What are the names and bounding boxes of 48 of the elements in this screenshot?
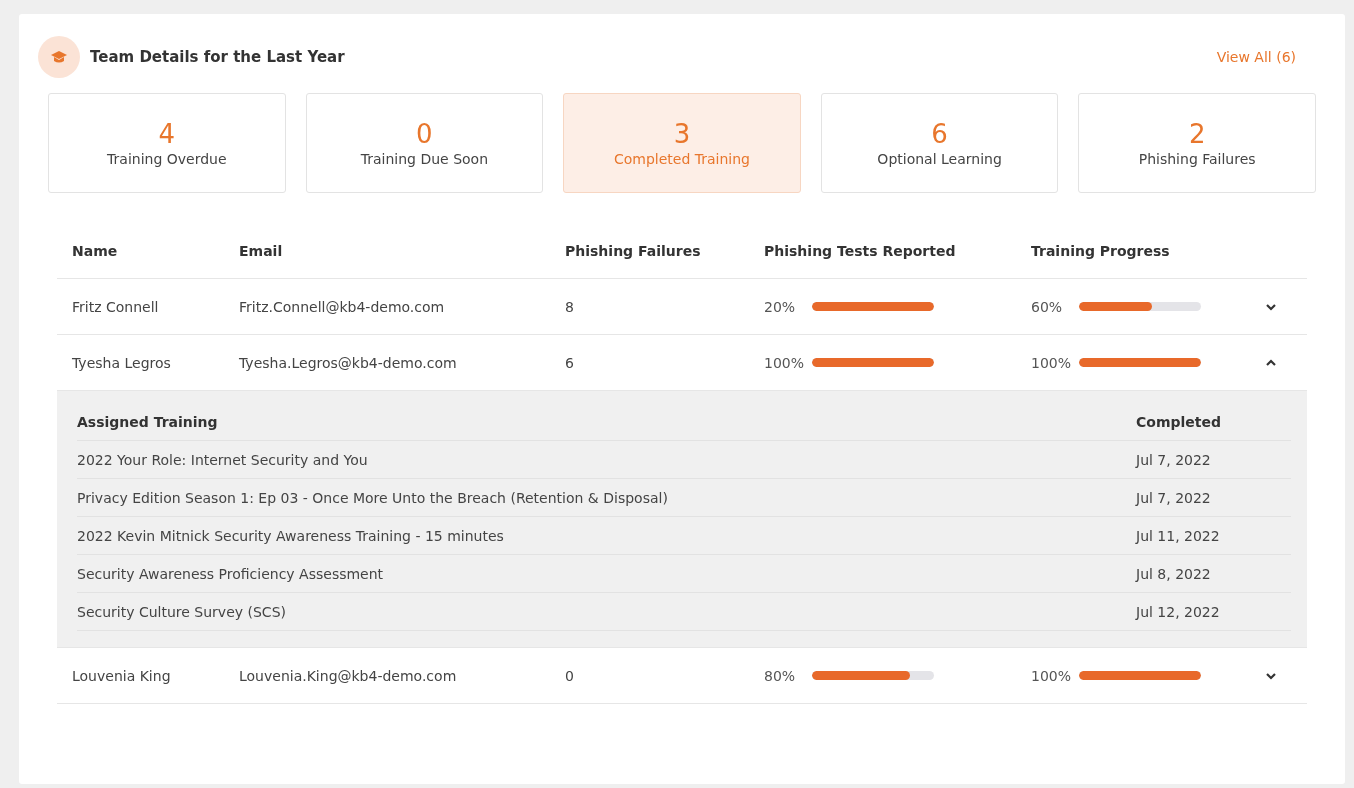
training-cell-text: Privacy Edition Season 1: Ep 03 - Once More Unto the Breach (Retention & Disposal)	[77, 489, 669, 506]
stat-value: 2	[1188, 119, 1206, 149]
name-cell-text: Fritz Connell	[72, 298, 160, 315]
training-cell-text: Security Awareness Proficiency Assessment	[77, 565, 385, 582]
training-cell-text: Security Culture Survey (SCS)	[77, 603, 287, 620]
stat-label: Phishing Failures	[1138, 151, 1256, 167]
stat-value: 6	[931, 119, 948, 149]
graduation-cap-icon	[38, 36, 80, 78]
stat-value: 4	[158, 119, 176, 149]
date-cell-text: Jul 8, 2022	[1136, 565, 1212, 582]
email-cell-text: Tyesha.Legros@kb4-demo.com	[239, 354, 458, 371]
section-title: Team Details for the Last Year	[90, 48, 345, 66]
email-cell-text: Fritz.Connell@kb4-demo.com	[239, 298, 446, 315]
stat-tile[interactable]: 0 Training Due Soon	[305, 93, 544, 193]
percent-value: 60%	[1031, 298, 1064, 315]
stat-value: 0	[416, 119, 433, 149]
percent-value: 100%	[1031, 667, 1071, 684]
training-cell-text: 2022 Your Role: Internet Security and You	[77, 451, 369, 468]
percent-value: 20%	[764, 298, 797, 315]
stat-label: Completed Training	[613, 151, 750, 167]
date-cell-text: Jul 12, 2022	[1136, 603, 1221, 620]
percent-value: 100%	[1031, 354, 1071, 371]
stat-tile[interactable]: 4 Training Overdue	[48, 93, 286, 193]
stat-tile[interactable]: 6 Optional Learning	[820, 93, 1059, 193]
stat-tile[interactable]: 2 Phishing Failures	[1078, 93, 1316, 193]
stat-value: 3	[673, 119, 691, 149]
date-cell-text: Jul 7, 2022	[1136, 451, 1212, 468]
failures-cell-text: 6	[565, 354, 575, 371]
column-header: Name	[72, 242, 119, 259]
training-cell-text: 2022 Kevin Mitnick Security Awareness Training - 15 minutes	[77, 527, 505, 544]
stat-label: Training Overdue	[107, 151, 227, 167]
column-header: Completed	[1136, 413, 1222, 430]
column-header: Phishing Failures	[565, 242, 702, 259]
name-cell-text: Louvenia King	[72, 667, 172, 684]
date-cell-text: Jul 7, 2022	[1136, 489, 1212, 506]
column-header: Email	[239, 242, 284, 259]
column-header: Phishing Tests Reported	[764, 242, 957, 259]
date-cell-text: Jul 11, 2022	[1136, 527, 1221, 544]
column-header: Assigned Training	[77, 413, 219, 430]
failures-cell-text: 0	[565, 667, 575, 684]
percent-value: 80%	[764, 667, 797, 684]
email-cell-text: Louvenia.King@kb4-demo.com	[239, 667, 458, 684]
failures-cell-text: 8	[565, 298, 575, 315]
column-header: Training Progress	[1031, 242, 1171, 259]
stat-label: Optional Learning	[877, 151, 1002, 167]
stat-label: Training Due Soon	[360, 151, 489, 167]
percent-value: 100%	[764, 354, 804, 371]
name-cell-text: Tyesha Legros	[72, 354, 172, 371]
